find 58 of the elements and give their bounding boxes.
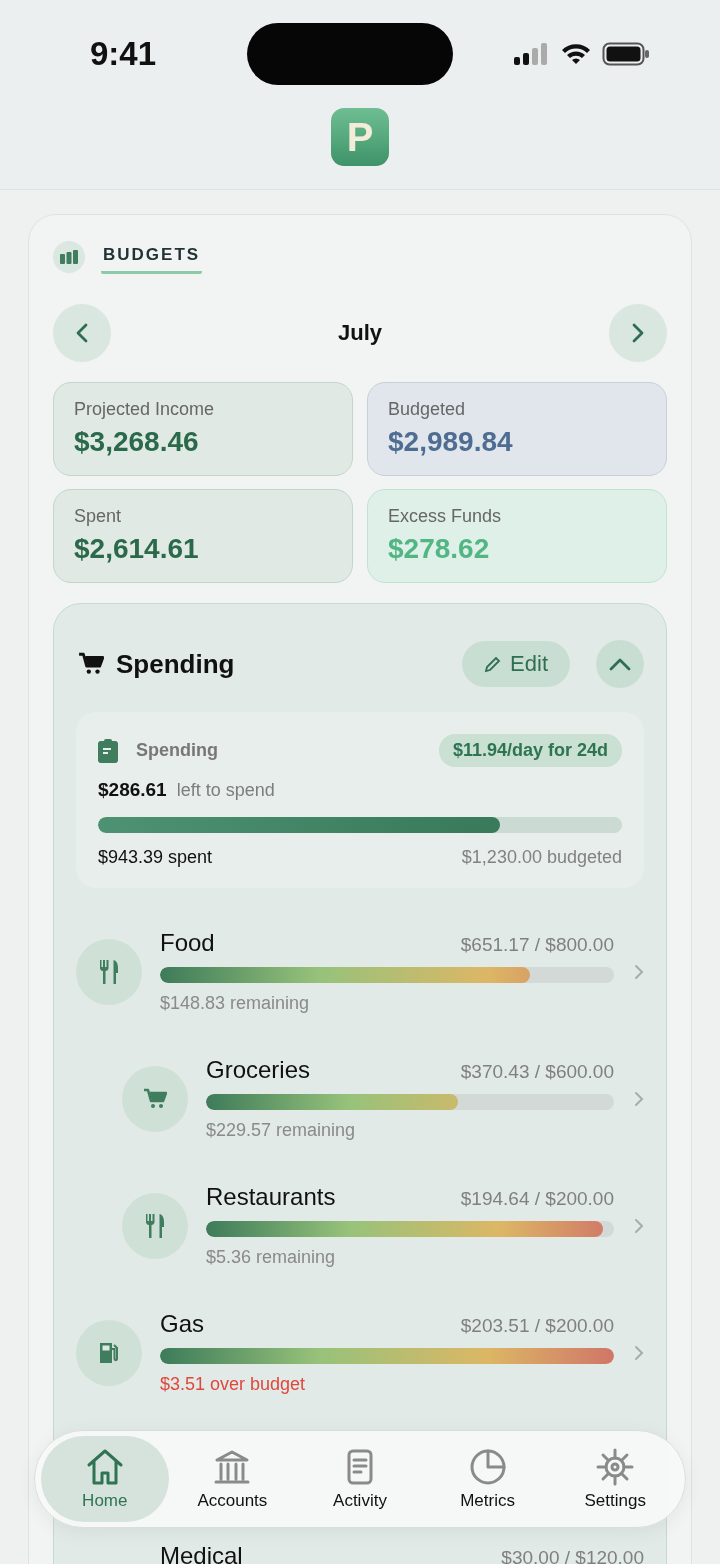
chevron-right-icon[interactable] [634,963,644,980]
edit-button[interactable]: Edit [462,641,570,687]
stat-label: Budgeted [388,399,467,420]
daily-rate-badge: $11.94/day for 24d [438,734,622,767]
settings-icon [595,1447,636,1487]
clipboard-icon [98,738,118,763]
month-label: July [338,320,382,346]
left-amount: $286.61 [98,779,167,801]
left-label: left to spend [176,780,275,801]
category-name: Restaurants [206,1183,336,1211]
utensils-icon [98,958,120,985]
chevron-right-icon[interactable] [634,1090,644,1107]
category-remaining: $5.36 remaining [206,1247,337,1268]
category-amount: $203.51 / $200.00 [460,1315,614,1337]
summary-title: Spending [136,740,219,761]
stat-value: $278.62 [388,533,491,565]
category-remaining: $3.51 over budget [160,1374,307,1395]
tab-item[interactable]: Metrics [423,1436,552,1522]
category-amount: $370.43 / $600.00 [460,1061,614,1083]
tab-item[interactable]: Home [41,1436,169,1522]
chevron-right-icon[interactable] [634,1344,644,1361]
status-time: 9:41 [90,35,157,73]
category-amount: $651.17 / $800.00 [460,934,614,956]
pencil-icon [484,655,503,673]
stat-label: Spent [74,506,123,527]
section-title: BUDGETS [101,239,203,274]
chevron-up-icon [609,657,631,671]
category-remaining: $148.83 remaining [160,993,311,1014]
tab-item[interactable]: Activity [296,1436,424,1522]
signal-icon [514,43,550,65]
battery-icon [602,42,650,66]
cart-icon [78,652,104,676]
stat-value: $3,268.46 [74,426,200,458]
chevron-right-icon[interactable] [634,1217,644,1234]
tab-item[interactable]: Settings [551,1436,679,1522]
cart-icon [143,1087,167,1110]
app-logo: P [331,108,389,166]
stat-value: $2,614.61 [74,533,200,565]
tab-item[interactable]: Accounts [168,1436,297,1522]
stat-label: Projected Income [74,399,216,420]
category-name: Groceries [206,1056,311,1084]
panel-title: Spending [116,648,236,680]
stat-value: $2,989.84 [388,426,514,458]
utensils-icon [144,1212,166,1239]
stat-label: Excess Funds [388,506,503,527]
bar-chart-icon [53,240,85,273]
category-amount: $194.64 / $200.00 [460,1188,614,1210]
collapse-button[interactable] [596,640,644,688]
category-name: Gas [160,1310,204,1338]
budgeted-amount: $1,230.00 budgeted [461,847,622,868]
category-remaining: $229.57 remaining [206,1120,357,1141]
fuel-pump-icon [97,1340,121,1365]
chevron-left-icon [76,323,88,343]
spent-amount: $943.39 spent [98,847,213,868]
category-name: Medical [160,1542,243,1564]
category-name: Food [160,929,215,957]
wifi-icon [560,42,592,66]
chevron-right-icon [632,323,644,343]
